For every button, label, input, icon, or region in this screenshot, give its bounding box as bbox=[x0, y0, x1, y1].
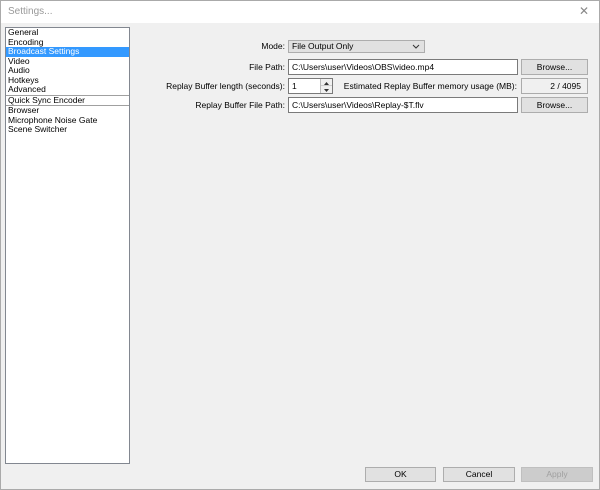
replay-length-label: Replay Buffer length (seconds): bbox=[166, 81, 285, 91]
file-path-browse-button[interactable]: Browse... bbox=[521, 59, 588, 75]
sidebar-item-advanced[interactable]: Advanced bbox=[6, 84, 129, 95]
replay-path-input[interactable]: C:\Users\user\Videos\Replay-$T.flv bbox=[288, 97, 518, 113]
window-title: Settings... bbox=[8, 6, 53, 17]
settings-window: Settings... ✕ General Encoding Broadcast S… bbox=[0, 0, 600, 490]
replay-length-value: 1 bbox=[292, 81, 297, 91]
file-path-input[interactable]: C:\Users\user\Videos\OBS\video.mp4 bbox=[288, 59, 518, 75]
ok-button[interactable]: OK bbox=[365, 467, 436, 482]
replay-path-browse-button[interactable]: Browse... bbox=[521, 97, 588, 113]
sidebar-item-scene-switcher[interactable]: Scene Switcher bbox=[6, 124, 129, 135]
apply-button[interactable]: Apply bbox=[521, 467, 593, 482]
memory-usage-value: 2 / 4095 bbox=[521, 78, 588, 94]
settings-category-list[interactable]: General Encoding Broadcast Settings Video Au… bbox=[5, 27, 130, 464]
replay-length-spinbox[interactable]: 1 bbox=[288, 78, 333, 94]
title-bar[interactable]: Settings... ✕ bbox=[1, 1, 599, 23]
sidebar-item-quick-sync-encoder[interactable]: Quick Sync Encoder bbox=[6, 95, 129, 106]
spin-down-icon[interactable] bbox=[321, 86, 332, 93]
spin-arrows bbox=[320, 79, 332, 93]
spin-up-icon[interactable] bbox=[321, 79, 332, 86]
mode-dropdown-value: File Output Only bbox=[292, 41, 354, 51]
memory-usage-label: Estimated Replay Buffer memory usage (MB… bbox=[343, 81, 517, 91]
mode-label: Mode: bbox=[261, 41, 285, 51]
mode-dropdown[interactable]: File Output Only bbox=[288, 40, 425, 53]
chevron-down-icon bbox=[412, 41, 420, 52]
file-path-label: File Path: bbox=[249, 62, 285, 72]
replay-path-label: Replay Buffer File Path: bbox=[195, 100, 285, 110]
cancel-button[interactable]: Cancel bbox=[443, 467, 515, 482]
close-icon[interactable]: ✕ bbox=[577, 4, 591, 18]
